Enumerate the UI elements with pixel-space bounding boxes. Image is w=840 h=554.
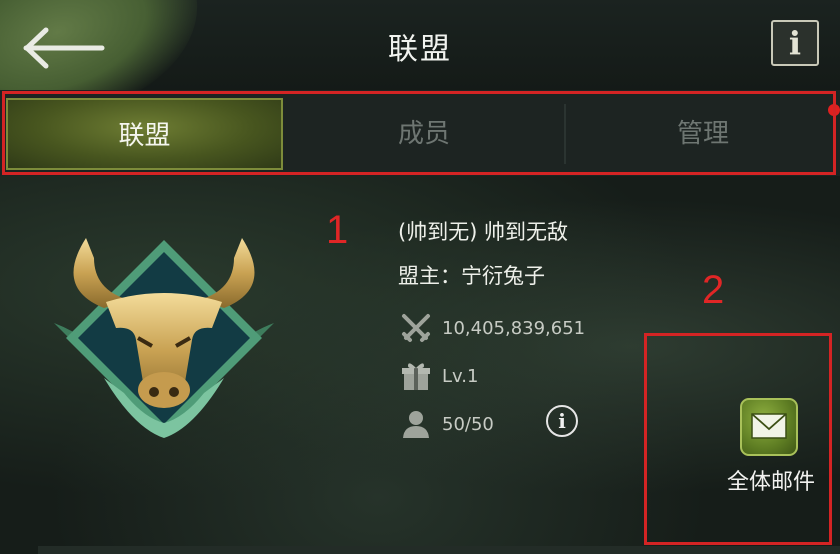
bottom-divider <box>38 546 840 554</box>
person-icon <box>403 411 429 438</box>
member-count: 50/50 <box>442 414 494 435</box>
alliance-power: 10,405,839,651 <box>442 318 586 339</box>
mail-all-button[interactable]: 全体邮件 <box>712 394 830 504</box>
crossed-swords-icon <box>402 314 430 342</box>
member-info-button[interactable]: i <box>546 405 578 437</box>
info-button[interactable]: i <box>771 20 819 66</box>
alliance-name: (帅到无) 帅到无敌 <box>398 220 569 244</box>
page-title: 联盟 <box>388 32 452 67</box>
annotation-marker-1: 1 <box>326 208 349 252</box>
envelope-icon <box>740 398 798 456</box>
top-bar: 联盟 i <box>0 0 840 143</box>
highlight-box-tabs <box>2 91 836 175</box>
alliance-level: Lv.1 <box>442 366 479 387</box>
alliance-leader: 盟主：宁衍兔子 <box>398 264 545 288</box>
gift-icon <box>402 363 430 390</box>
bull-emblem-icon <box>54 238 274 438</box>
mail-all-label: 全体邮件 <box>726 470 815 495</box>
annotation-marker-2: 2 <box>702 268 725 312</box>
